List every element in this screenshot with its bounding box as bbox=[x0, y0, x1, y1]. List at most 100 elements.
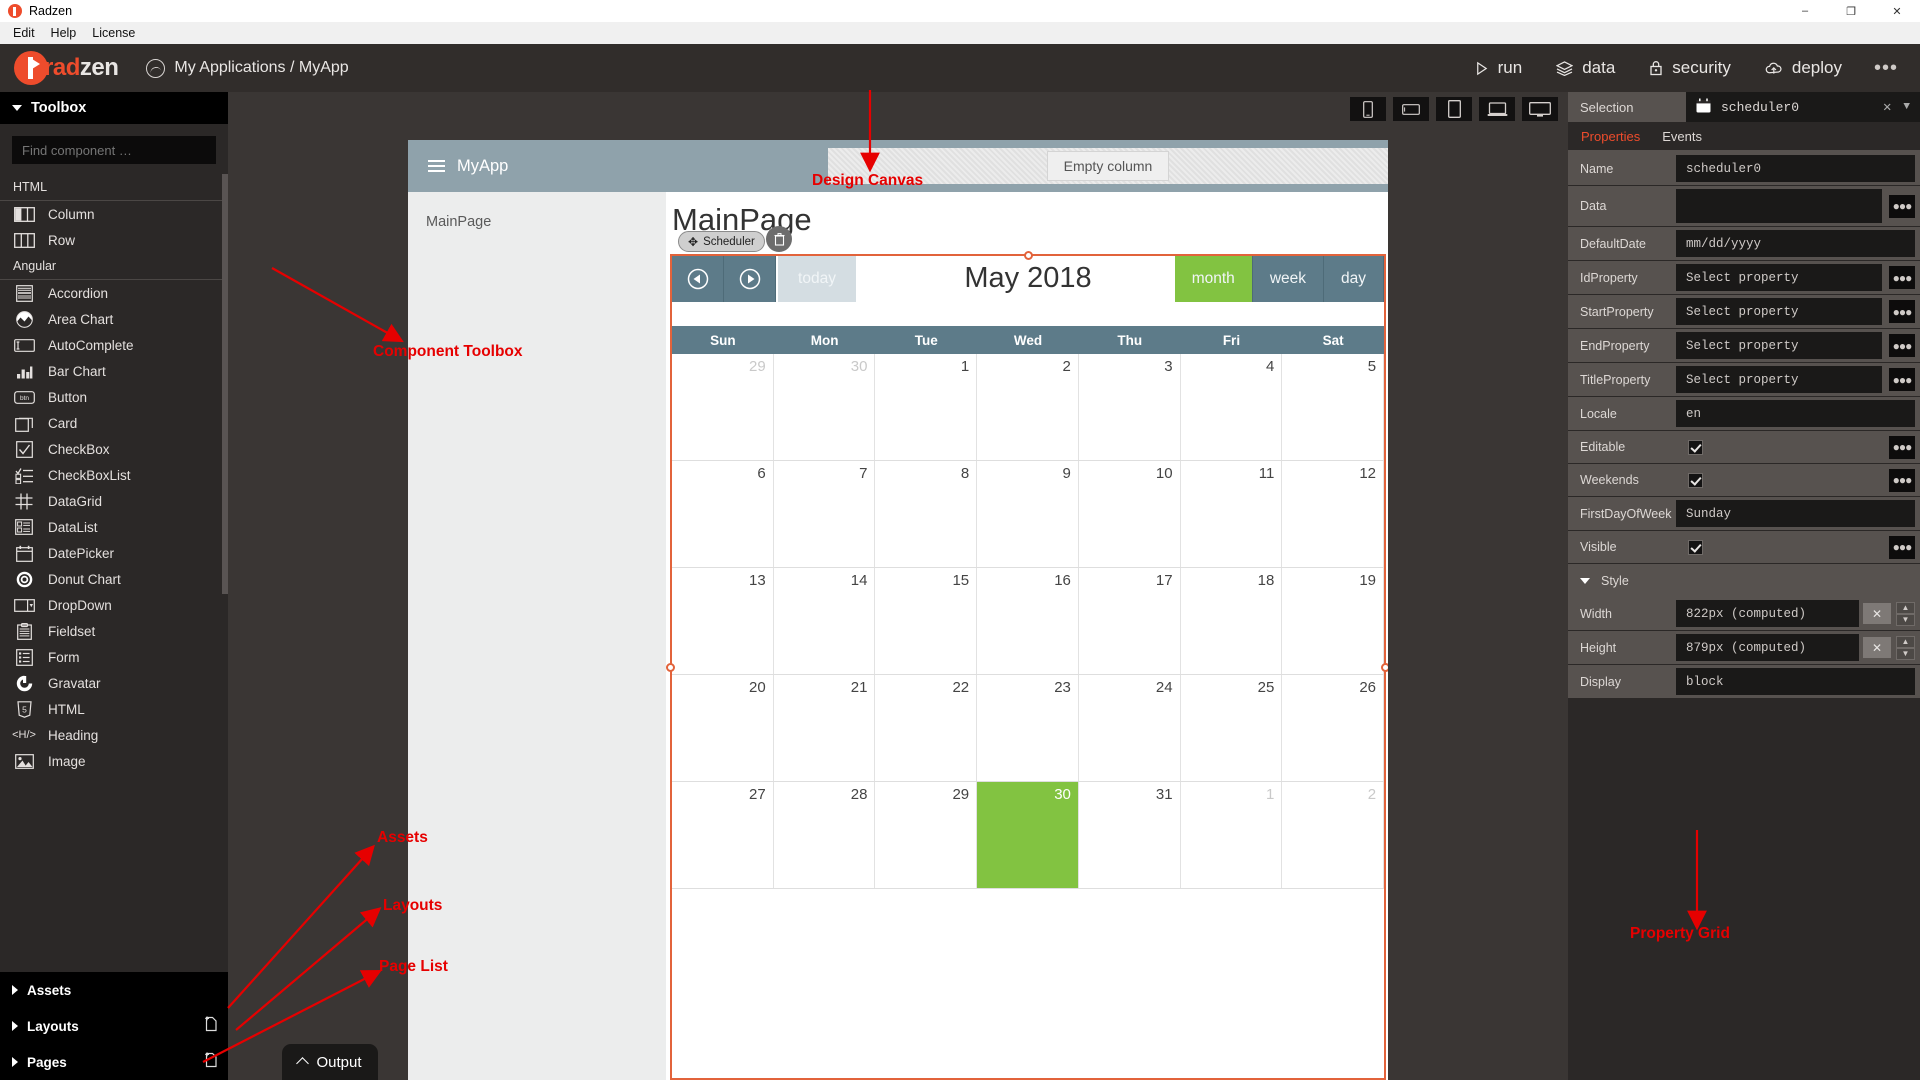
width-stepper[interactable]: ▲ ▼ bbox=[1896, 601, 1915, 626]
scheduler-view-day[interactable]: day bbox=[1324, 256, 1384, 302]
width-increment[interactable]: ▲ bbox=[1896, 601, 1915, 614]
weekends-code-button[interactable]: ●●● bbox=[1889, 468, 1915, 492]
toolbox-item-heading[interactable]: <H/> Heading bbox=[0, 722, 228, 748]
device-desktop-button[interactable] bbox=[1522, 97, 1558, 121]
hamburger-menu-icon[interactable] bbox=[428, 157, 445, 175]
calendar-day-cell[interactable]: 14 bbox=[774, 568, 876, 674]
editable-code-button[interactable]: ●●● bbox=[1889, 435, 1915, 459]
device-laptop-button[interactable] bbox=[1479, 97, 1515, 121]
toolbox-item-html[interactable]: 5 HTML bbox=[0, 696, 228, 722]
idproperty-select[interactable]: Select property bbox=[1676, 264, 1882, 291]
sidebar-item-layouts[interactable]: Layouts bbox=[0, 1008, 228, 1044]
tab-properties[interactable]: Properties bbox=[1581, 129, 1640, 144]
toolbox-item-row[interactable]: Row bbox=[0, 227, 228, 253]
scheduler-view-month[interactable]: month bbox=[1174, 256, 1253, 302]
toolbox-item-datepicker[interactable]: DatePicker bbox=[0, 540, 228, 566]
toolbox-item-card[interactable]: Card bbox=[0, 410, 228, 436]
scheduler-view-week[interactable]: week bbox=[1252, 256, 1324, 302]
calendar-day-cell[interactable]: 10 bbox=[1079, 461, 1181, 567]
resize-handle-top[interactable] bbox=[1024, 251, 1033, 260]
height-increment[interactable]: ▲ bbox=[1896, 635, 1915, 648]
startproperty-select[interactable]: Select property bbox=[1676, 298, 1882, 325]
data-code-button[interactable]: ●●● bbox=[1889, 194, 1915, 218]
tab-events[interactable]: Events bbox=[1662, 129, 1702, 144]
calendar-day-cell[interactable]: 25 bbox=[1181, 675, 1283, 781]
device-phone-portrait-button[interactable] bbox=[1350, 97, 1386, 121]
data-select[interactable] bbox=[1676, 189, 1882, 223]
calendar-day-cell[interactable]: 22 bbox=[875, 675, 978, 781]
calendar-day-cell[interactable]: 19 bbox=[1282, 568, 1385, 674]
maximize-button[interactable]: ❐ bbox=[1828, 0, 1874, 22]
calendar-day-cell[interactable]: 2 bbox=[1282, 782, 1385, 888]
resize-handle-left[interactable] bbox=[666, 663, 675, 672]
idproperty-code-button[interactable]: ●●● bbox=[1889, 266, 1915, 289]
calendar-day-cell[interactable]: 4 bbox=[1181, 354, 1283, 460]
menu-item-edit[interactable]: Edit bbox=[5, 24, 43, 42]
calendar-day-cell[interactable]: 5 bbox=[1282, 354, 1385, 460]
toolbox-item-button[interactable]: btn Button bbox=[0, 384, 228, 410]
firstdayofweek-select[interactable]: Sunday bbox=[1676, 500, 1915, 527]
security-button[interactable]: security bbox=[1649, 58, 1731, 78]
toolbox-item-form[interactable]: Form bbox=[0, 644, 228, 670]
calendar-day-cell[interactable]: 7 bbox=[774, 461, 876, 567]
toolbox-item-dropdown[interactable]: DropDown bbox=[0, 592, 228, 618]
toolbox-item-accordion[interactable]: Accordion bbox=[0, 280, 228, 306]
toolbox-item-column[interactable]: Column bbox=[0, 201, 228, 227]
toolbox-item-bar-chart[interactable]: Bar Chart bbox=[0, 358, 228, 384]
toolbox-item-fieldset[interactable]: Fieldset bbox=[0, 618, 228, 644]
calendar-day-cell[interactable]: 3 bbox=[1079, 354, 1181, 460]
toolbox-item-checkbox[interactable]: CheckBox bbox=[0, 436, 228, 462]
toolbox-item-area-chart[interactable]: Area Chart bbox=[0, 306, 228, 332]
scheduler-component[interactable]: ✥ Scheduler today May 2018 month week da… bbox=[666, 226, 1388, 1080]
radzen-logo[interactable]: radzen bbox=[14, 51, 119, 85]
width-clear-button[interactable]: ✕ bbox=[1863, 603, 1891, 624]
scheduler-today-button[interactable]: today bbox=[778, 256, 856, 302]
calendar-day-cell[interactable]: 12 bbox=[1282, 461, 1385, 567]
editable-checkbox[interactable] bbox=[1688, 439, 1703, 455]
calendar-day-cell[interactable]: 20 bbox=[672, 675, 774, 781]
display-select[interactable]: block bbox=[1676, 668, 1915, 695]
width-field[interactable]: 822px (computed) bbox=[1676, 600, 1859, 627]
calendar-day-cell-today[interactable]: 30 bbox=[977, 782, 1079, 888]
calendar-day-cell[interactable]: 31 bbox=[1079, 782, 1181, 888]
calendar-day-cell[interactable]: 6 bbox=[672, 461, 774, 567]
toolbox-item-image[interactable]: Image bbox=[0, 748, 228, 774]
scheduler-prev-button[interactable] bbox=[672, 256, 724, 302]
output-panel-toggle[interactable]: Output bbox=[282, 1044, 378, 1080]
component-drag-badge[interactable]: ✥ Scheduler bbox=[678, 231, 765, 252]
chevron-down-icon[interactable]: ▼ bbox=[1903, 101, 1910, 113]
height-field[interactable]: 879px (computed) bbox=[1676, 634, 1859, 661]
visible-checkbox[interactable] bbox=[1688, 539, 1703, 555]
style-section-header[interactable]: Style bbox=[1568, 564, 1920, 597]
endproperty-code-button[interactable]: ●●● bbox=[1889, 334, 1915, 357]
device-tablet-button[interactable] bbox=[1436, 97, 1472, 121]
menu-item-license[interactable]: License bbox=[84, 24, 143, 42]
calendar-day-cell[interactable]: 28 bbox=[774, 782, 876, 888]
search-input[interactable] bbox=[12, 136, 216, 164]
close-button[interactable]: ✕ bbox=[1874, 0, 1920, 22]
more-options-button[interactable]: ••• bbox=[1874, 57, 1898, 80]
calendar-day-cell[interactable]: 24 bbox=[1079, 675, 1181, 781]
calendar-day-cell[interactable]: 2 bbox=[977, 354, 1079, 460]
height-clear-button[interactable]: ✕ bbox=[1863, 637, 1891, 658]
calendar-day-cell[interactable]: 18 bbox=[1181, 568, 1283, 674]
calendar-day-cell[interactable]: 1 bbox=[875, 354, 978, 460]
calendar-day-cell[interactable]: 21 bbox=[774, 675, 876, 781]
toolbox-item-datagrid[interactable]: DataGrid bbox=[0, 488, 228, 514]
add-page-icon[interactable] bbox=[204, 1052, 218, 1072]
side-nav-item-mainpage[interactable]: MainPage bbox=[426, 214, 666, 230]
calendar-day-cell[interactable]: 23 bbox=[977, 675, 1079, 781]
delete-component-button[interactable] bbox=[766, 226, 792, 252]
startproperty-code-button[interactable]: ●●● bbox=[1889, 300, 1915, 323]
calendar-day-cell[interactable]: 16 bbox=[977, 568, 1079, 674]
calendar-day-cell[interactable]: 30 bbox=[774, 354, 876, 460]
locale-field[interactable]: en bbox=[1676, 400, 1915, 427]
selection-value[interactable]: scheduler0 ✕ ▼ bbox=[1686, 92, 1920, 122]
sidebar-item-assets[interactable]: Assets bbox=[0, 972, 228, 1008]
add-layout-icon[interactable] bbox=[204, 1016, 218, 1036]
calendar-day-cell[interactable]: 1 bbox=[1181, 782, 1283, 888]
calendar-day-cell[interactable]: 29 bbox=[672, 354, 774, 460]
minimize-button[interactable]: – bbox=[1782, 0, 1828, 22]
calendar-day-cell[interactable]: 27 bbox=[672, 782, 774, 888]
height-stepper[interactable]: ▲ ▼ bbox=[1896, 635, 1915, 660]
